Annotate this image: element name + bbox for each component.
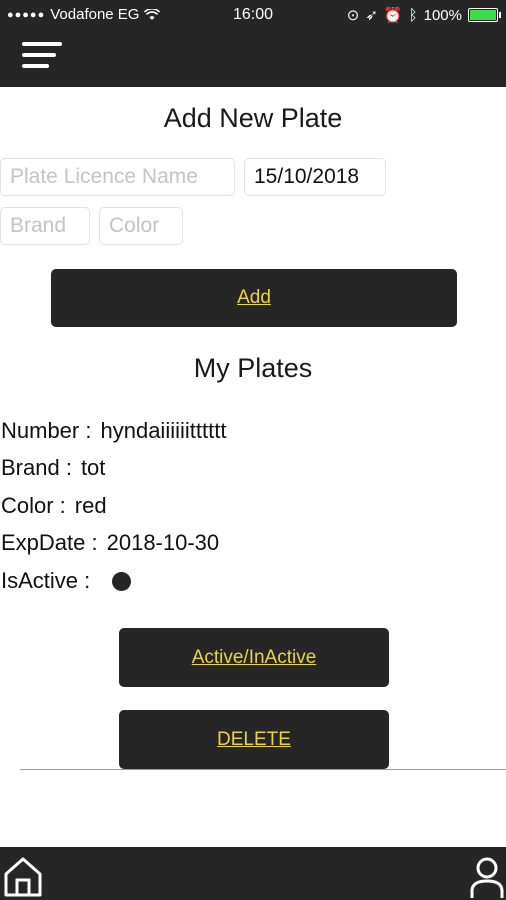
expdate-label: ExpDate : (1, 530, 98, 555)
orientation-lock-icon: ⊙ (346, 7, 360, 24)
location-icon: ➶ (365, 7, 378, 24)
brand-value: tot (80, 455, 106, 480)
battery-fill (470, 10, 496, 20)
expdate-value: 2018-10-30 (106, 530, 220, 555)
battery-icon (468, 8, 501, 22)
add-button[interactable]: Add (51, 269, 457, 327)
color-label: Color : (1, 493, 66, 518)
date-input[interactable] (244, 158, 386, 196)
plate-brand-row: Brand : tot (1, 455, 105, 481)
color-input[interactable] (99, 207, 183, 245)
battery-percentage: 100% (423, 6, 462, 24)
delete-button[interactable]: DELETE (119, 710, 389, 769)
plate-licence-input[interactable] (0, 158, 235, 196)
number-value: hyndaiiiiiitttttt (100, 418, 227, 443)
brand-label: Brand : (1, 455, 72, 480)
toggle-active-button[interactable]: Active/InActive (119, 628, 389, 687)
isactive-label: IsActive : (1, 568, 91, 593)
bluetooth-icon: ᛒ (408, 6, 418, 24)
plate-isactive-row: IsActive : (1, 568, 132, 594)
brand-input[interactable] (0, 207, 90, 245)
my-plates-title: My Plates (193, 353, 313, 383)
status-bar: ●●●●● Vodafone EG 16:00 ⊙ ➶ ⏰ ᛒ 100% (0, 0, 506, 30)
top-app-bar (0, 30, 506, 87)
alarm-icon: ⏰ (383, 7, 403, 24)
user-icon[interactable] (469, 855, 505, 899)
active-status-indicator (112, 571, 132, 591)
number-label: Number : (1, 418, 92, 443)
color-value: red (74, 493, 107, 518)
home-icon[interactable] (3, 856, 43, 898)
hamburger-menu-icon[interactable] (22, 42, 62, 72)
status-right: ⊙ ➶ ⏰ ᛒ 100% (346, 6, 501, 24)
add-plate-title: Add New Plate (163, 103, 343, 133)
plate-expdate-row: ExpDate : 2018-10-30 (1, 530, 219, 556)
plate-color-row: Color : red (1, 493, 107, 519)
plate-number-row: Number : hyndaiiiiiitttttt (1, 418, 226, 444)
bottom-nav-bar (0, 847, 506, 900)
list-divider (20, 769, 506, 770)
